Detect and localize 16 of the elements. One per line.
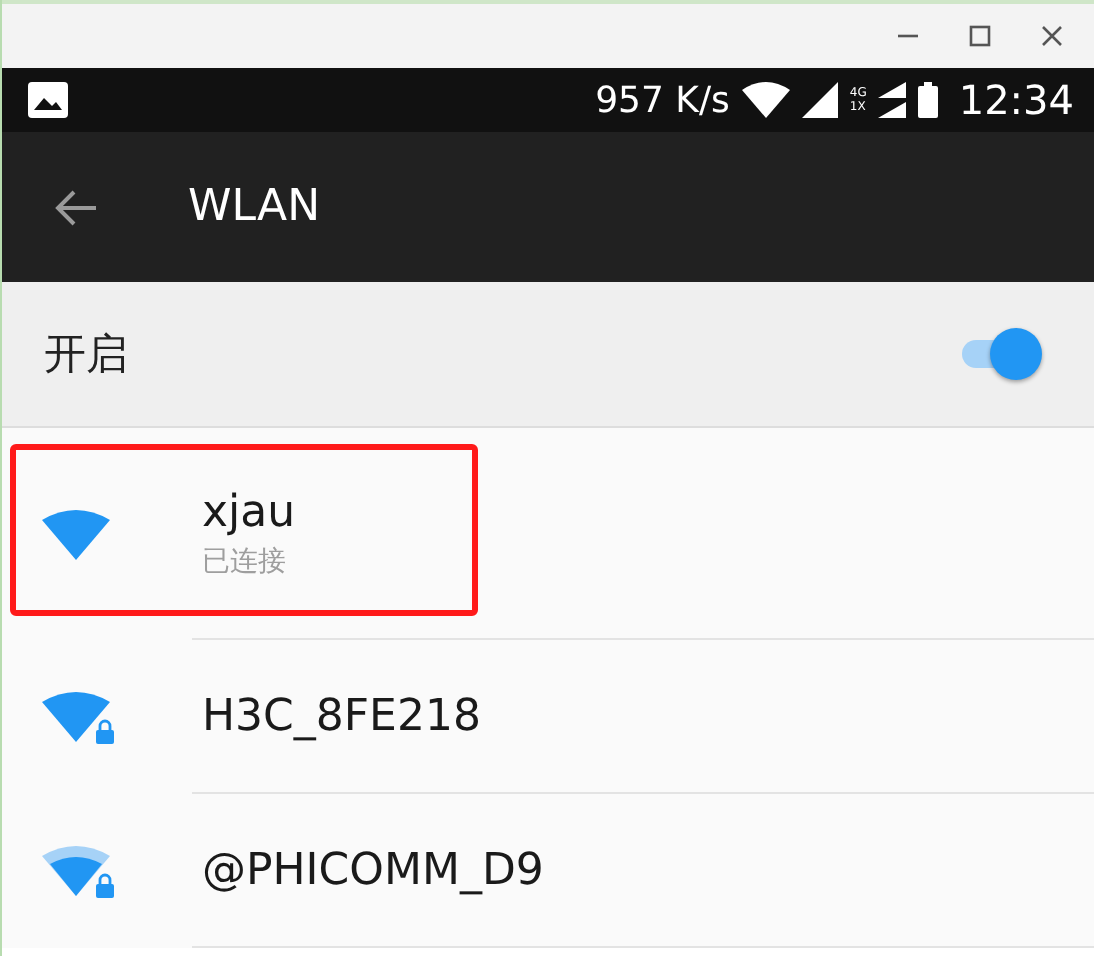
image-icon bbox=[28, 82, 68, 118]
back-arrow-icon[interactable] bbox=[54, 187, 98, 227]
wifi-icon bbox=[741, 82, 790, 118]
signal-icon bbox=[878, 82, 907, 118]
connection-status: 已连接 bbox=[202, 544, 288, 580]
battery-icon bbox=[918, 82, 939, 118]
clock: 12:34 bbox=[958, 76, 1074, 124]
network-name[interactable]: @PHICOMM_D9 bbox=[202, 846, 544, 896]
network-name[interactable]: H3C_8FE218 bbox=[202, 692, 481, 742]
wlan-label: 开启 bbox=[44, 328, 130, 382]
signal-icon bbox=[801, 82, 838, 118]
screen-title: WLAN bbox=[188, 182, 321, 232]
maximize-icon[interactable] bbox=[966, 22, 994, 50]
network-speed: 957 K/s bbox=[595, 79, 730, 121]
network-name[interactable]: xjau bbox=[202, 488, 296, 538]
close-icon[interactable] bbox=[1038, 22, 1066, 50]
